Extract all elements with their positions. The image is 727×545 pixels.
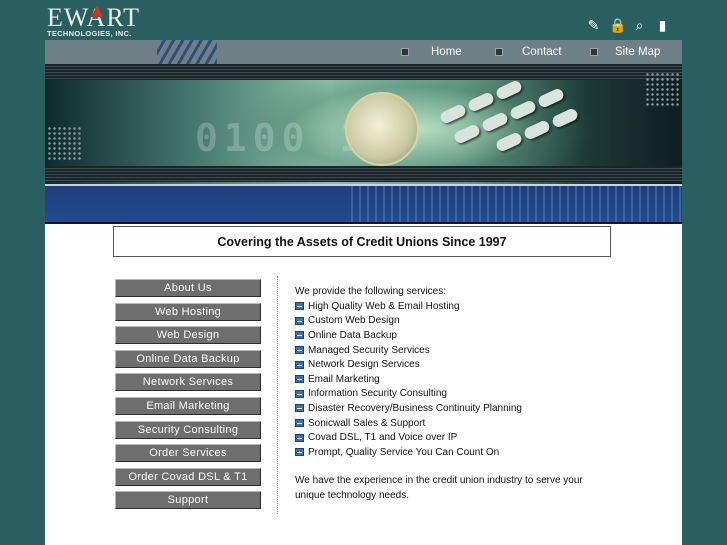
menu-about-us[interactable]: About Us bbox=[115, 279, 261, 297]
side-menu: About Us Web Hosting Web Design Online D… bbox=[115, 279, 261, 515]
service-item: Managed Security Services bbox=[295, 343, 625, 358]
menu-online-data-backup[interactable]: Online Data Backup bbox=[115, 349, 261, 368]
bullet-icon bbox=[295, 404, 304, 413]
header: EWART TECHNOLOGIES, INC. ✎ 🔒 ⌕ ▮ bbox=[45, 0, 682, 40]
service-item: Email Marketing bbox=[295, 372, 625, 387]
nav-bullet-icon bbox=[590, 48, 598, 56]
logo-tagline: TECHNOLOGIES, INC. bbox=[47, 29, 132, 38]
nav-contact[interactable]: Contact bbox=[495, 40, 562, 64]
service-item: Network Design Services bbox=[295, 357, 625, 372]
main-content: Covering the Assets of Credit Unions Sin… bbox=[45, 224, 682, 545]
service-item-label: Email Marketing bbox=[308, 373, 380, 385]
nav-home-label[interactable]: Home bbox=[431, 46, 462, 58]
nav-contact-label[interactable]: Contact bbox=[522, 46, 562, 58]
key bbox=[550, 107, 580, 129]
key bbox=[480, 111, 510, 133]
bullet-icon bbox=[295, 360, 304, 369]
key bbox=[452, 123, 482, 145]
service-item: Disaster Recovery/Business Continuity Pl… bbox=[295, 401, 625, 416]
nav-site-map[interactable]: Site Map bbox=[590, 40, 660, 64]
key bbox=[522, 119, 552, 141]
page-headline: Covering the Assets of Credit Unions Sin… bbox=[113, 226, 611, 257]
menu-network-services[interactable]: Network Services bbox=[115, 373, 261, 392]
key bbox=[494, 79, 524, 101]
nav-site-map-label[interactable]: Site Map bbox=[615, 46, 660, 58]
service-item-label: Sonicwall Sales & Support bbox=[308, 417, 426, 429]
bullet-icon bbox=[295, 302, 304, 311]
logo-triangle-icon bbox=[91, 5, 103, 17]
page: EWART TECHNOLOGIES, INC. ✎ 🔒 ⌕ ▮ Home Co… bbox=[45, 0, 682, 545]
menu-security-consulting[interactable]: Security Consulting bbox=[115, 420, 261, 439]
menu-web-design[interactable]: Web Design bbox=[115, 326, 261, 345]
edit-icon[interactable]: ✎ bbox=[586, 19, 601, 34]
banner-blue-stripes bbox=[345, 186, 682, 222]
service-item-label: Prompt, Quality Service You Can Count On bbox=[308, 446, 500, 458]
service-item-label: Online Data Backup bbox=[308, 329, 397, 341]
search-icon[interactable]: ⌕ bbox=[632, 19, 647, 34]
lock-icon[interactable]: 🔒 bbox=[609, 19, 626, 34]
nav-bullet-icon bbox=[495, 48, 503, 56]
menu-email-marketing[interactable]: Email Marketing bbox=[115, 396, 261, 415]
service-item: Online Data Backup bbox=[295, 328, 625, 343]
menu-order-services[interactable]: Order Services bbox=[115, 444, 261, 463]
menu-web-hosting[interactable]: Web Hosting bbox=[115, 302, 261, 321]
bullet-icon bbox=[295, 419, 304, 428]
key bbox=[466, 91, 496, 113]
nav-home[interactable]: Home bbox=[401, 40, 462, 64]
services-section: We provide the following services: High … bbox=[295, 286, 625, 503]
service-item: Custom Web Design bbox=[295, 314, 625, 329]
nav-stripes bbox=[157, 40, 217, 64]
bullet-icon bbox=[295, 331, 304, 340]
print-icon[interactable]: ▮ bbox=[655, 19, 670, 34]
service-item: Sonicwall Sales & Support bbox=[295, 416, 625, 431]
service-item-label: High Quality Web & Email Hosting bbox=[308, 300, 460, 312]
service-item-label: Information Security Consulting bbox=[308, 388, 447, 400]
service-item: Information Security Consulting bbox=[295, 387, 625, 402]
key bbox=[508, 99, 538, 121]
column-divider bbox=[277, 276, 278, 514]
menu-support[interactable]: Support bbox=[115, 491, 261, 510]
service-item: Prompt, Quality Service You Can Count On bbox=[295, 445, 625, 460]
top-nav: Home Contact Site Map bbox=[45, 40, 682, 64]
bullet-icon bbox=[295, 346, 304, 355]
bullet-icon bbox=[295, 433, 304, 442]
services-intro: We provide the following services: bbox=[295, 286, 446, 297]
toolbar: ✎ 🔒 ⌕ ▮ bbox=[586, 19, 670, 34]
service-item: Covad DSL, T1 and Voice over IP bbox=[295, 430, 625, 445]
bullet-icon bbox=[295, 375, 304, 384]
key bbox=[438, 103, 468, 125]
service-item-label: Custom Web Design bbox=[308, 315, 400, 327]
service-item-label: Disaster Recovery/Business Continuity Pl… bbox=[308, 402, 522, 414]
nav-bullet-icon bbox=[401, 48, 409, 56]
service-item-label: Managed Security Services bbox=[308, 344, 430, 356]
service-item-label: Network Design Services bbox=[308, 359, 420, 371]
bullet-icon bbox=[295, 448, 304, 457]
hero-banner: 0100 110 bbox=[45, 64, 682, 226]
stopwatch-image bbox=[345, 92, 419, 166]
key bbox=[494, 131, 524, 153]
bullet-icon bbox=[295, 316, 304, 325]
service-item-label: Covad DSL, T1 and Voice over IP bbox=[308, 432, 458, 444]
banner-blue-band bbox=[45, 186, 682, 222]
services-closing: We have the experience in the credit uni… bbox=[295, 474, 583, 501]
banner-dot-grid bbox=[645, 72, 679, 108]
key bbox=[536, 87, 566, 109]
bullet-icon bbox=[295, 389, 304, 398]
keypad-image bbox=[430, 72, 590, 172]
menu-order-covad[interactable]: Order Covad DSL & T1 bbox=[115, 467, 261, 486]
banner-dot-grid bbox=[47, 126, 81, 162]
service-item: High Quality Web & Email Hosting bbox=[295, 299, 625, 314]
